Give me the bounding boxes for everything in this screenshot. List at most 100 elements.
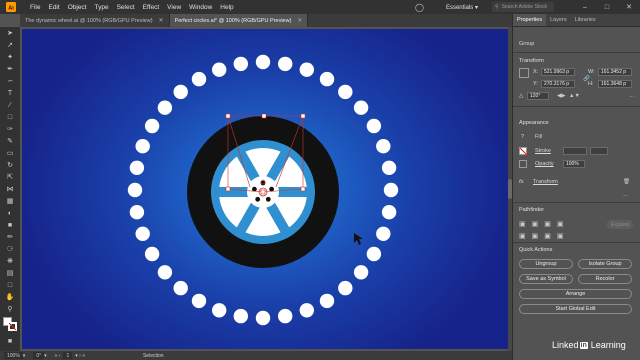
ring-dot[interactable] [212, 303, 227, 318]
opacity-field[interactable]: 100% [563, 160, 585, 168]
lightbulb-icon[interactable]: ◯ [415, 3, 424, 12]
minus-front-icon[interactable]: ▣ [532, 220, 539, 228]
stroke-label[interactable]: Stroke [535, 148, 551, 154]
ring-dot[interactable] [127, 182, 143, 198]
recolor-button[interactable]: Recolor [578, 274, 632, 284]
stroke-weight-field[interactable] [563, 147, 587, 155]
merge-icon[interactable]: ▣ [544, 232, 551, 240]
x-field[interactable]: 521.9963 p [541, 68, 575, 76]
width-tool-icon[interactable]: ⋈ [0, 183, 20, 195]
ring-dot[interactable] [233, 56, 248, 72]
ring-dot[interactable] [144, 118, 160, 134]
ring-dot[interactable] [383, 182, 399, 198]
divide-icon[interactable]: ▣ [519, 232, 526, 240]
menu-help[interactable]: Help [216, 4, 237, 11]
ring-dot[interactable] [366, 118, 382, 134]
tab-libraries[interactable]: Libraries [571, 14, 600, 26]
zoom-value[interactable]: 100% [4, 352, 23, 359]
ungroup-button[interactable]: Ungroup [519, 259, 573, 269]
ring-dot[interactable] [299, 303, 314, 318]
ring-dot[interactable] [135, 226, 150, 241]
magic-wand-tool-icon[interactable]: ✦ [0, 51, 20, 63]
more-options-icon[interactable]: … [623, 192, 629, 198]
ring-dot[interactable] [353, 265, 369, 280]
start-global-edit-button[interactable]: Start Global Edit [519, 304, 632, 314]
menu-effect[interactable]: Effect [139, 4, 164, 11]
menu-view[interactable]: View [163, 4, 185, 11]
curvature-tool-icon[interactable]: ∽ [0, 75, 20, 87]
ring-dot[interactable] [278, 308, 293, 324]
selection-handle[interactable] [261, 113, 267, 119]
menu-edit[interactable]: Edit [44, 4, 63, 11]
ring-dot[interactable] [299, 62, 314, 77]
zoom-control[interactable]: 100% ▾ [0, 352, 29, 359]
type-tool-icon[interactable]: T [0, 87, 20, 99]
menu-file[interactable]: File [26, 4, 44, 11]
canvas-area[interactable] [20, 27, 512, 351]
selection-handle[interactable] [225, 186, 231, 192]
blend-tool-icon[interactable]: ⚆ [0, 243, 20, 255]
shape-builder-tool-icon[interactable]: ◐ [0, 207, 20, 219]
close-window-button[interactable]: ✕ [618, 0, 640, 14]
tab-layers[interactable]: Layers [546, 14, 571, 26]
ring-dot[interactable] [233, 308, 248, 324]
ring-dot[interactable] [173, 84, 188, 100]
symbol-sprayer-tool-icon[interactable]: ❋ [0, 255, 20, 267]
minimize-button[interactable]: – [574, 0, 596, 14]
stroke-swatch[interactable] [519, 147, 528, 156]
fill-stroke-swatches[interactable] [0, 315, 20, 335]
trash-icon[interactable]: 🗑 [623, 179, 630, 185]
rotate-field[interactable]: 120° [527, 92, 549, 100]
ring-dot[interactable] [319, 293, 335, 309]
menu-select[interactable]: Select [113, 4, 139, 11]
ring-dot[interactable] [191, 293, 207, 309]
line-tool-icon[interactable]: ∕ [0, 99, 20, 111]
rotate-tool-icon[interactable]: ↻ [0, 159, 20, 171]
menu-window[interactable]: Window [185, 4, 216, 11]
gradient-tool-icon[interactable]: ■ [0, 219, 20, 231]
paintbrush-tool-icon[interactable]: ✑ [0, 123, 20, 135]
stroke-unit-dropdown[interactable] [590, 147, 608, 155]
selection-handle[interactable] [260, 189, 266, 195]
eraser-tool-icon[interactable]: ▭ [0, 147, 20, 159]
expand-button[interactable]: Expand [607, 220, 633, 229]
zoom-tool-icon[interactable]: ⚲ [0, 303, 20, 315]
free-transform-tool-icon[interactable]: ▦ [0, 195, 20, 207]
ring-dot[interactable] [191, 71, 207, 87]
fill-mixed-icon[interactable]: ? [521, 134, 524, 140]
y-field[interactable]: 270.3176 p [541, 80, 575, 88]
ring-dot[interactable] [381, 205, 397, 220]
pen-tool-icon[interactable]: ✒ [0, 63, 20, 75]
ring-dot[interactable] [135, 139, 150, 154]
selection-handle[interactable] [300, 113, 306, 119]
hand-tool-icon[interactable]: ✋ [0, 291, 20, 303]
ring-dot[interactable] [157, 265, 173, 280]
ring-dot[interactable] [376, 226, 391, 241]
ring-dot[interactable] [255, 310, 271, 326]
rotate-view-value[interactable]: 0° [33, 352, 45, 359]
selection-handle[interactable] [300, 186, 306, 192]
intersect-icon[interactable]: ▣ [544, 220, 551, 228]
rectangle-tool-icon[interactable]: □ [0, 111, 20, 123]
rotate-view-control[interactable]: 0° ▾ [29, 352, 50, 359]
selection-handle[interactable] [225, 113, 231, 119]
w-field[interactable]: 161.3452 p [598, 68, 632, 76]
trim-icon[interactable]: ▣ [532, 232, 539, 240]
fx-icon[interactable]: fx. [519, 179, 525, 185]
graph-tool-icon[interactable]: ▤ [0, 267, 20, 279]
ring-dot[interactable] [376, 139, 391, 154]
effect-transform-link[interactable]: Transform [533, 179, 558, 185]
artboard-number[interactable]: 1 [63, 352, 73, 359]
arrange-button[interactable]: Arrange [519, 289, 632, 299]
exclude-icon[interactable]: ▣ [557, 220, 564, 228]
flip-horizontal-icon[interactable]: ◀▶ [557, 93, 565, 99]
eyedropper-tool-icon[interactable]: ✏ [0, 231, 20, 243]
ring-dot[interactable] [255, 54, 271, 70]
opacity-label[interactable]: Opacity [535, 161, 554, 167]
ring-dot[interactable] [338, 280, 353, 296]
selection-tool-icon[interactable]: ➤ [0, 27, 20, 39]
artboard-nav[interactable]: « ‹ 1 ▾ › » [51, 352, 89, 359]
close-icon[interactable]: ✕ [297, 17, 302, 24]
artwork[interactable] [22, 29, 508, 349]
crop-icon[interactable]: ▣ [557, 232, 564, 240]
